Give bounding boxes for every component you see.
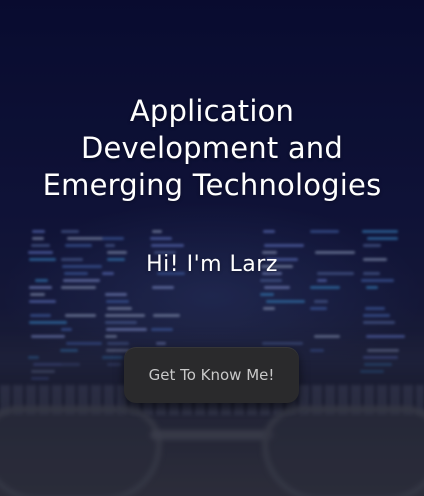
get-to-know-me-button[interactable]: Get To Know Me! <box>124 347 299 403</box>
hero-headline: Application Development and Emerging Tec… <box>42 94 382 202</box>
hero-content: Application Development and Emerging Tec… <box>0 93 424 279</box>
hero-section: Application Development and Emerging Tec… <box>0 0 424 496</box>
hero-greeting: Hi! I'm Larz <box>146 252 278 277</box>
